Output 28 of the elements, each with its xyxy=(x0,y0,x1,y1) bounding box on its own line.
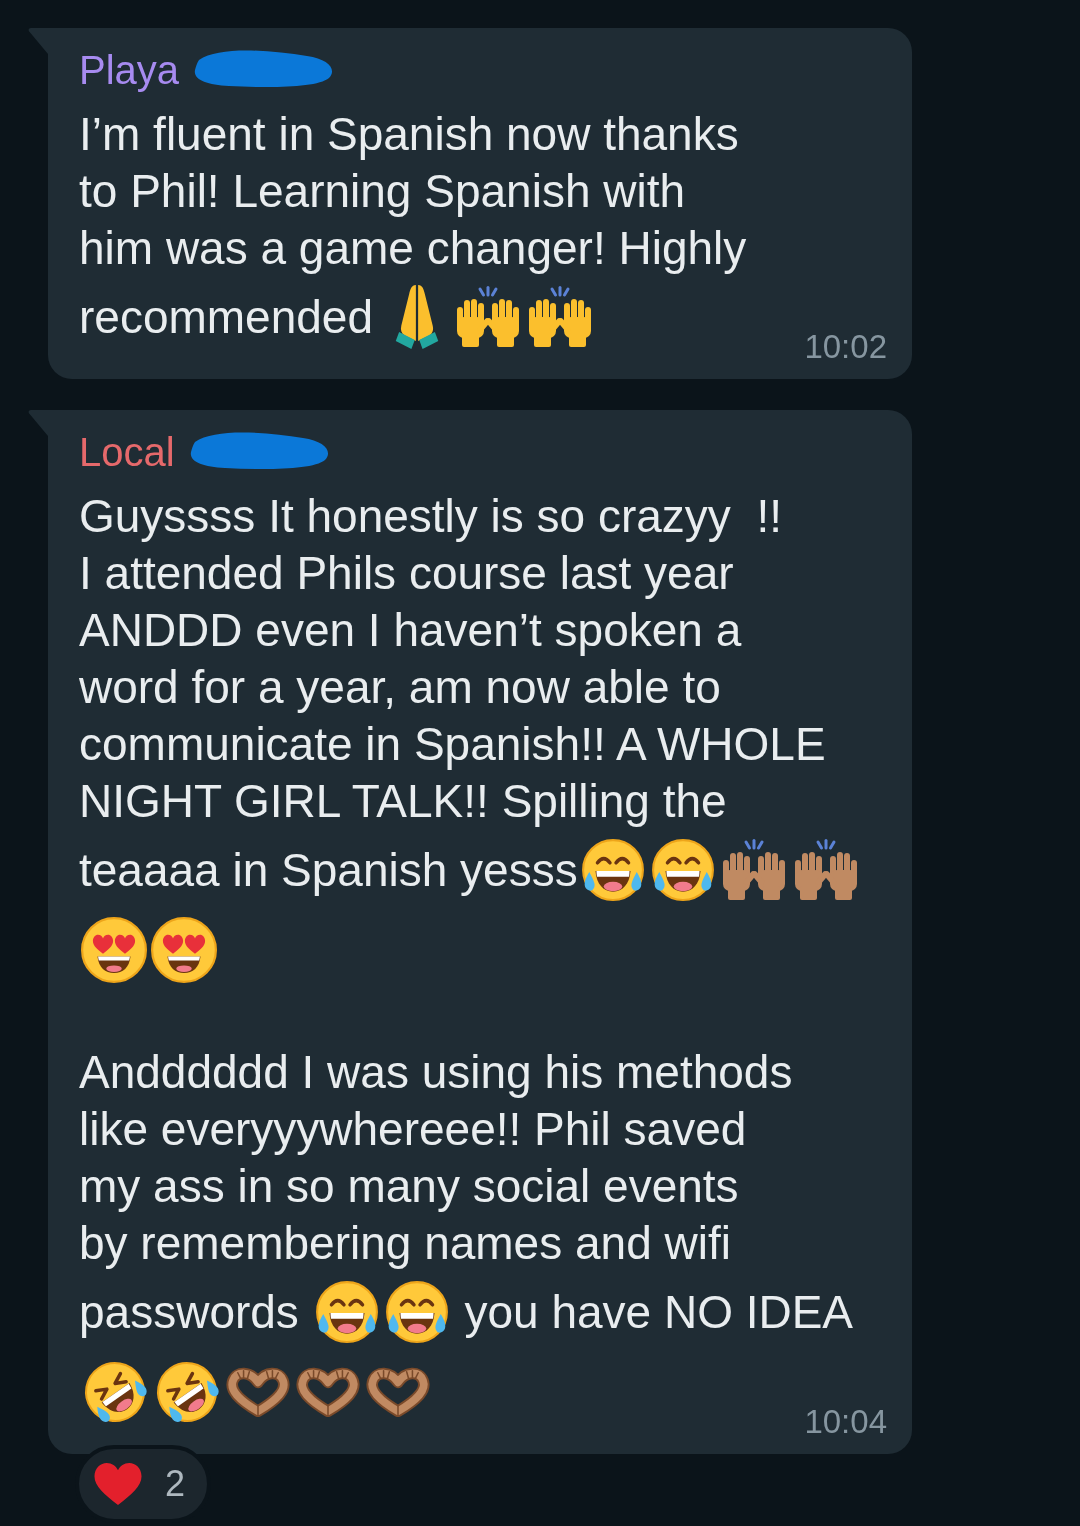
message-time: 10:02 xyxy=(804,327,887,367)
message-text: like everyyywhereee!! Phil saved xyxy=(79,1102,747,1157)
message-text: by remembering names and wifi xyxy=(79,1216,731,1271)
message-text: Andddddd I was using his methods xyxy=(79,1045,793,1100)
heart-eyes-face-icon xyxy=(151,917,217,983)
message-time: 10:04 xyxy=(804,1402,887,1442)
heart-icon xyxy=(93,1462,143,1506)
sender-name: Local xyxy=(79,429,175,476)
message-text: ANDDD even I haven’t spoken a xyxy=(79,603,742,658)
heart-eyes-face-icon xyxy=(81,917,147,983)
message-text: my ass in so many social events xyxy=(79,1159,739,1214)
message-text: him was a game changer! Highly xyxy=(79,221,747,276)
message-text: communicate in Spanish!! A WHOLE xyxy=(79,717,826,772)
message-text: I’m fluent in Spanish now thanks xyxy=(79,107,739,162)
message-text: to Phil! Learning Spanish with xyxy=(79,164,686,219)
message-text: word for a year, am now able to xyxy=(79,660,721,715)
laughing-tears-face-icon xyxy=(649,837,716,903)
message-text: recommended xyxy=(79,289,375,345)
sender-name: Playa xyxy=(79,47,180,94)
message-text: Guyssss It honestly is so crazyy !! xyxy=(79,489,782,544)
message-text: I attended Phils course last year xyxy=(79,546,734,601)
laughing-tears-face-icon xyxy=(579,837,646,903)
message-text: NIGHT GIRL TALK!! Spilling the xyxy=(79,774,727,829)
message-text: teaaaa in Spanish yesss xyxy=(79,842,578,898)
laughing-tears-face-icon xyxy=(383,1279,450,1345)
laughing-tears-face-icon xyxy=(313,1279,380,1345)
message-text: you have NO IDEA xyxy=(463,1284,854,1340)
message-text: passwords xyxy=(79,1284,300,1340)
